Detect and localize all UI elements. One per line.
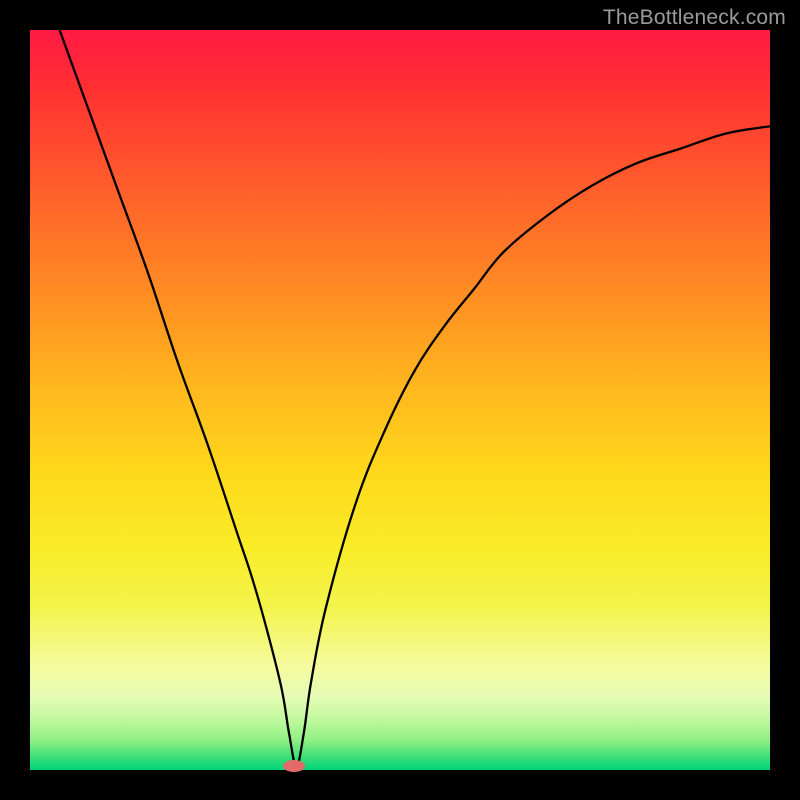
minimum-marker: [283, 760, 305, 772]
curve-svg: [30, 30, 770, 770]
chart-frame: TheBottleneck.com: [0, 0, 800, 800]
curve-path: [60, 30, 770, 766]
watermark-text: TheBottleneck.com: [603, 6, 786, 30]
plot-area: [30, 30, 770, 770]
